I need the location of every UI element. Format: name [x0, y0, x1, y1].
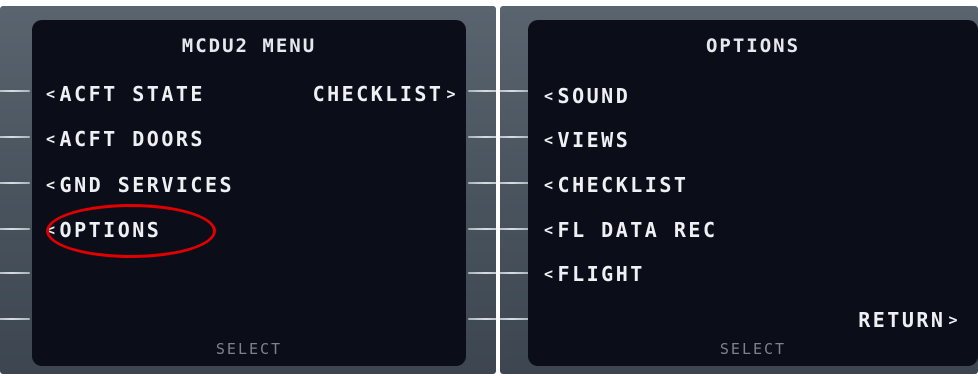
line-select-key-r5[interactable] [468, 272, 496, 274]
line-select-key-r2[interactable] [468, 136, 496, 138]
caret-left-icon: < [544, 131, 556, 149]
line-select-key-l6[interactable] [500, 318, 530, 320]
line-select-key-l3[interactable] [0, 182, 30, 184]
menu-item-acft-doors[interactable]: < ACFT DOORS [46, 127, 205, 151]
page-title: MCDU2 MENU [181, 35, 317, 57]
line-select-key-l5[interactable] [0, 272, 30, 274]
menu-item-sound[interactable]: < SOUND [544, 84, 630, 108]
menu-item-acft-state[interactable]: < ACFT STATE [46, 82, 205, 106]
line-select-key-l4[interactable] [0, 228, 30, 230]
select-label: SELECT [215, 340, 283, 358]
caret-left-icon: < [46, 85, 58, 103]
caret-left-icon: < [544, 265, 556, 283]
page-title: OPTIONS [705, 35, 801, 57]
mcdu-panel-right: OPTIONS < SOUND < VIEWS < CHECKLIST < FL DAT… [500, 6, 978, 374]
menu-item-checklist[interactable]: < CHECKLIST [544, 173, 688, 197]
mcdu-panel-left: MCDU2 MENU < ACFT STATE CHECKLIST > < ACFT … [0, 6, 496, 374]
line-select-key-r1[interactable] [468, 90, 496, 92]
mcdu-screen-right: OPTIONS < SOUND < VIEWS < CHECKLIST < FL DAT… [528, 20, 978, 366]
select-label: SELECT [719, 340, 787, 358]
line-select-key-l5[interactable] [500, 272, 530, 274]
line-select-key-r3[interactable] [468, 182, 496, 184]
caret-left-icon: < [46, 130, 58, 148]
caret-left-icon: < [544, 221, 556, 239]
line-select-key-r6[interactable] [468, 318, 496, 320]
caret-left-icon: < [544, 87, 556, 105]
caret-right-icon: > [446, 85, 458, 103]
line-select-key-l2[interactable] [500, 136, 530, 138]
menu-item-views[interactable]: < VIEWS [544, 128, 630, 152]
menu-item-fl-data-rec[interactable]: < FL DATA REC [544, 218, 717, 242]
menu-item-checklist[interactable]: CHECKLIST > [313, 82, 458, 106]
line-select-key-l6[interactable] [0, 318, 30, 320]
line-select-key-l1[interactable] [0, 90, 30, 92]
line-select-key-l4[interactable] [500, 228, 530, 230]
line-select-key-l3[interactable] [500, 182, 530, 184]
line-select-key-l2[interactable] [0, 136, 30, 138]
menu-item-return[interactable]: RETURN > [858, 308, 960, 332]
caret-left-icon: < [46, 176, 58, 194]
mcdu-screen-left: MCDU2 MENU < ACFT STATE CHECKLIST > < ACFT … [32, 20, 466, 366]
caret-right-icon: > [948, 311, 960, 329]
line-select-key-l1[interactable] [500, 90, 530, 92]
menu-item-gnd-services[interactable]: < GND SERVICES [46, 173, 234, 197]
highlight-ellipse [46, 204, 216, 258]
menu-item-flight[interactable]: < FLIGHT [544, 262, 645, 286]
caret-left-icon: < [544, 176, 556, 194]
line-select-key-r4[interactable] [468, 228, 496, 230]
